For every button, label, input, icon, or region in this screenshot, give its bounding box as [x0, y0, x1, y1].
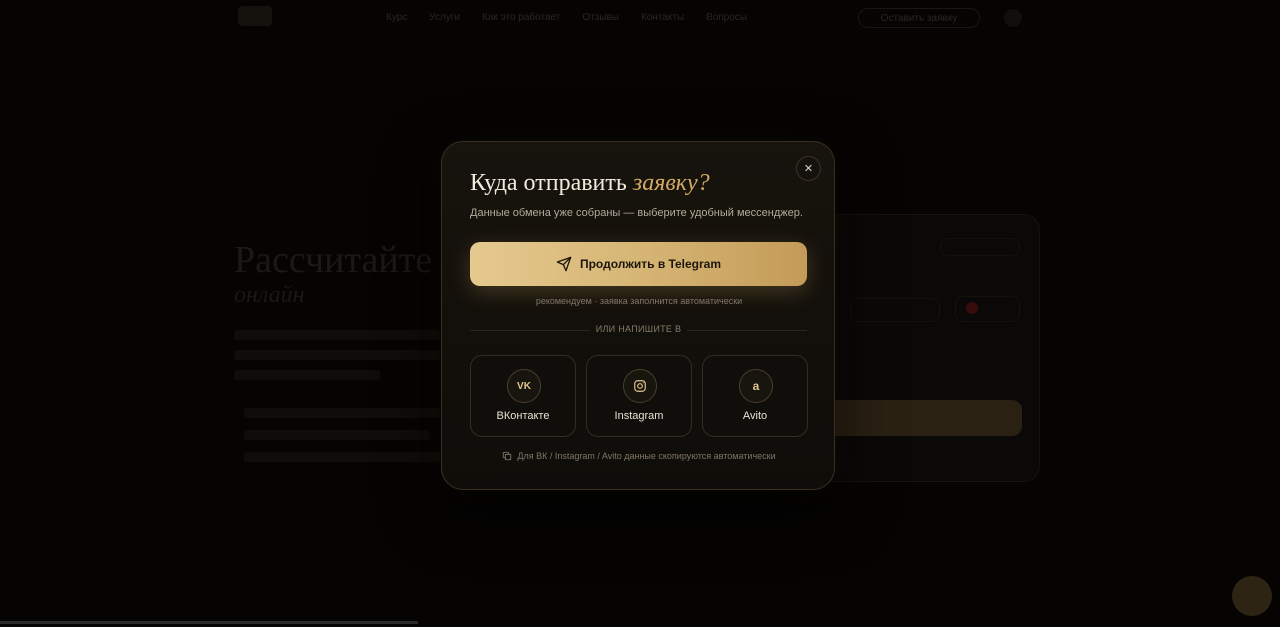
background-text-line [244, 452, 440, 462]
modal-subtitle: Данные обмена уже собраны — выберите удо… [470, 207, 803, 219]
background-logo [238, 6, 272, 26]
modal-title: Куда отправить заявку? [470, 170, 710, 197]
background-nav-link: Контакты [640, 12, 685, 23]
modal-title-accent: заявку? [632, 170, 710, 196]
copy-note-text: Для ВК / Instagram / Avito данные скопир… [517, 451, 776, 461]
horizontal-scrollbar[interactable] [0, 621, 418, 624]
vk-button[interactable]: VK ВКонтакте [470, 355, 576, 437]
telegram-button-label: Продолжить в Telegram [579, 257, 722, 271]
background-hero-title: Рассчитайте о [234, 239, 461, 281]
background-text-line [244, 408, 440, 418]
background-text-line [244, 430, 430, 440]
vk-label: ВКонтакте [496, 410, 550, 422]
background-card-button [820, 400, 1022, 436]
divider-line [687, 330, 807, 331]
avito-icon: a [739, 369, 773, 403]
instagram-label: Instagram [614, 410, 664, 422]
background-text-line [234, 350, 440, 360]
telegram-hint: рекомендуем · заявка заполнится автомати… [535, 296, 743, 306]
close-icon: ✕ [803, 163, 814, 175]
avito-label: Avito [742, 410, 768, 422]
background-text-line [234, 370, 380, 380]
background-nav-link: Отзывы [582, 12, 619, 23]
background-nav-link: Как это работает [482, 12, 561, 23]
send-icon [556, 256, 572, 272]
telegram-button[interactable]: Продолжить в Telegram [470, 242, 807, 286]
background-nav-link: Вопросы [706, 12, 748, 23]
messenger-modal: ✕ Куда отправить заявку? Данные обмена у… [441, 141, 835, 490]
or-divider: ИЛИ НАПИШИТЕ В [470, 324, 807, 336]
background-nav-link: Услуги [429, 12, 461, 23]
close-button[interactable]: ✕ [796, 156, 821, 181]
background-nav-cta: Оставить заявку [858, 8, 980, 28]
modal-title-main: Куда отправить [470, 170, 633, 196]
instagram-icon [623, 369, 657, 403]
background-navbar: Курс Услуги Как это работает Отзывы Конт… [0, 0, 1280, 36]
background-pill [955, 296, 1020, 322]
background-text-line [234, 330, 440, 340]
vk-icon: VK [507, 369, 541, 403]
background-nav-link: Курс [386, 12, 408, 23]
background-menu-icon [1004, 9, 1022, 27]
copy-icon [503, 451, 512, 461]
background-flag-icon [966, 302, 978, 314]
divider-label: ИЛИ НАПИШИТЕ В [595, 324, 682, 334]
avito-button[interactable]: a Avito [702, 355, 808, 437]
instagram-button[interactable]: Instagram [586, 355, 692, 437]
copy-note: Для ВК / Instagram / Avito данные скопир… [442, 451, 836, 461]
background-hero-accent: онлайн [234, 282, 305, 308]
background-nav-links: Курс Услуги Как это работает Отзывы Конт… [386, 12, 747, 23]
floating-chat-button[interactable] [1232, 576, 1272, 616]
background-pill [940, 238, 1020, 256]
background-pill [850, 298, 940, 322]
